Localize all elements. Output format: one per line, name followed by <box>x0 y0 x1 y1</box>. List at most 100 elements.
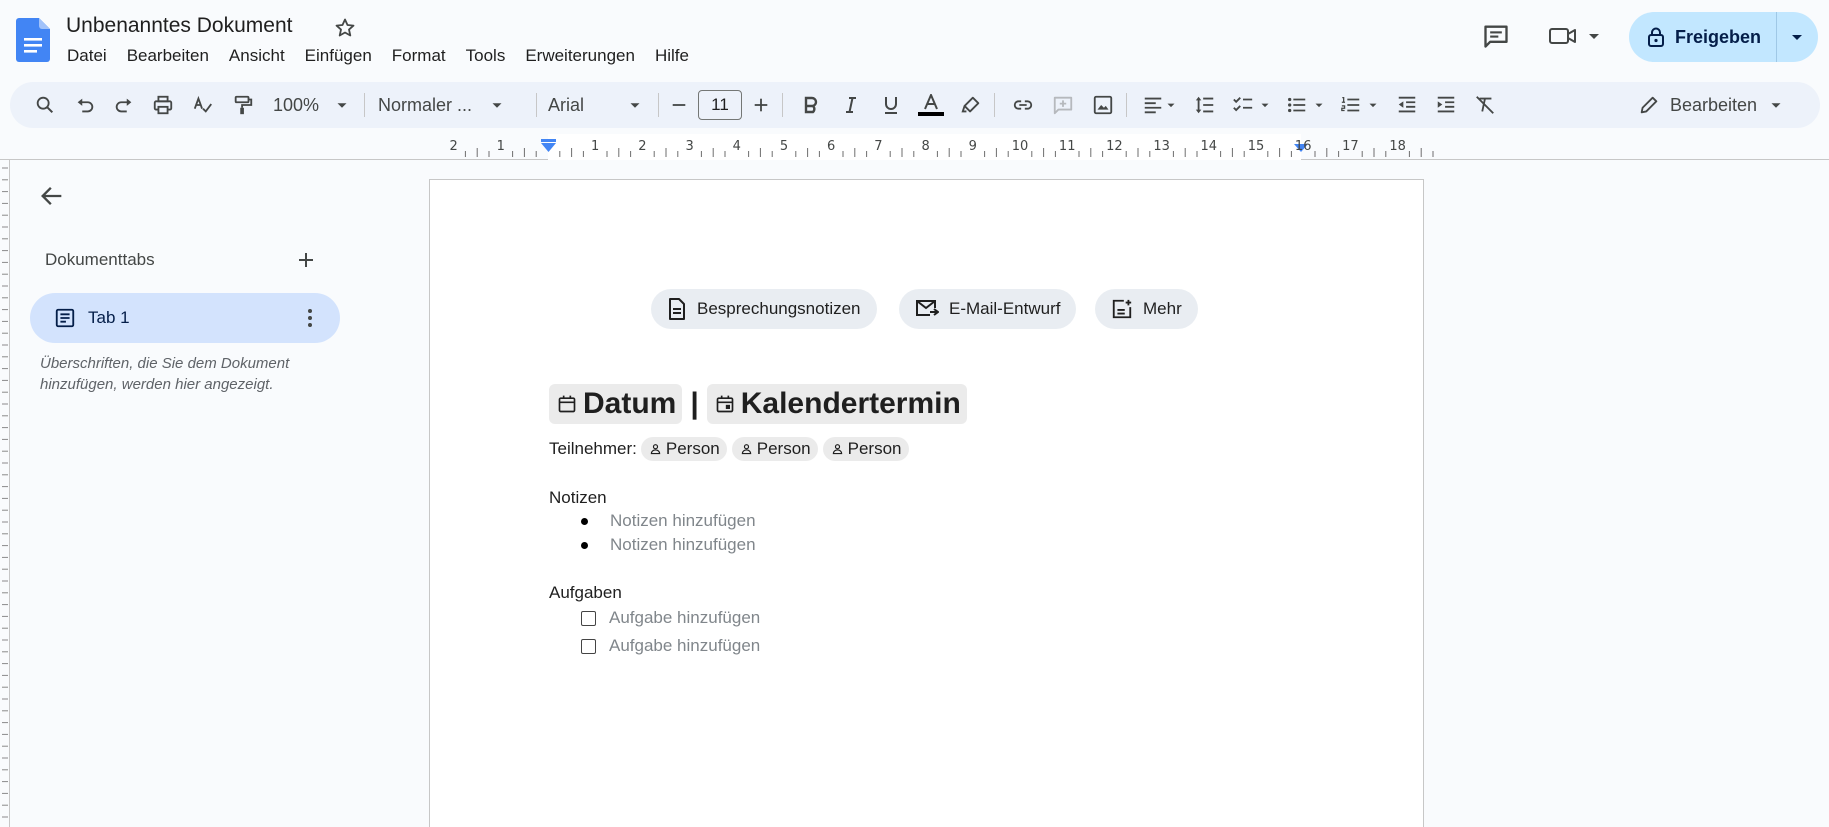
line-spacing-button[interactable] <box>1190 90 1220 120</box>
menu-hilfe[interactable]: Hilfe <box>645 45 699 67</box>
italic-button[interactable] <box>836 90 866 120</box>
ruler-scale: 2 1 1 2 3 4 5 6 7 8 9 10 11 12 13 14 15 16 17 18 <box>449 134 1434 160</box>
ruler-label: 9 <box>969 139 977 154</box>
bold-button[interactable] <box>796 90 826 120</box>
highlighter-icon <box>961 96 980 113</box>
tab-options-button[interactable] <box>298 306 322 330</box>
style-select[interactable]: Normaler ... <box>378 90 526 120</box>
chevron-down-icon <box>1792 35 1802 40</box>
back-arrow-icon[interactable] <box>38 182 66 210</box>
spelling-check-button[interactable] <box>188 90 218 120</box>
redo-button[interactable] <box>109 90 139 120</box>
toolbar-divider <box>994 93 995 117</box>
bulleted-list-button[interactable] <box>1282 90 1330 120</box>
calendar-event-chip[interactable]: Kalendertermin <box>706 384 967 424</box>
chevron-down-icon <box>630 103 640 108</box>
calendar-event-placeholder: Kalendertermin <box>740 387 961 420</box>
star-icon[interactable] <box>333 16 357 40</box>
zoom-select[interactable]: 100% <box>266 90 358 120</box>
ruler-label: 15 <box>1248 139 1265 154</box>
email-draft-chip[interactable]: E-Mail-Entwurf <box>899 289 1077 329</box>
font-size-input[interactable]: 11 <box>698 90 742 120</box>
add-tab-button[interactable] <box>294 248 318 272</box>
search-menus-button[interactable] <box>30 90 60 120</box>
increase-font-size-button[interactable] <box>748 90 774 120</box>
numbered-list-button[interactable] <box>1336 90 1384 120</box>
menu-einfuegen[interactable]: Einfügen <box>295 45 382 67</box>
meeting-notes-chip[interactable]: Besprechungsnotizen <box>651 289 877 329</box>
date-chip[interactable]: Datum <box>549 384 683 424</box>
person-chip[interactable]: Person <box>731 437 818 461</box>
docs-logo-icon[interactable] <box>16 18 50 62</box>
menu-bearbeiten[interactable]: Bearbeiten <box>117 45 219 67</box>
align-button[interactable] <box>1138 90 1182 120</box>
paint-format-button[interactable] <box>228 90 258 120</box>
horizontal-ruler[interactable]: 2 1 1 2 3 4 5 6 7 8 9 10 11 12 13 14 15 16 17 18 <box>0 134 1829 160</box>
zoom-value: 100% <box>272 94 320 115</box>
list-item[interactable]: Notizen hinzufügen <box>581 534 756 556</box>
font-select[interactable]: Arial <box>544 90 656 120</box>
person-label: Person <box>756 439 811 458</box>
more-chip[interactable]: Mehr <box>1095 289 1198 329</box>
document-page[interactable]: Besprechungsnotizen E-Mail-Entwurf Mehr … <box>429 179 1424 827</box>
calendar-icon <box>558 395 576 413</box>
bold-icon <box>804 96 818 114</box>
plus-icon <box>299 253 313 267</box>
ruler-label: 1 <box>591 139 599 154</box>
highlight-color-button[interactable] <box>956 90 986 120</box>
add-comment-button[interactable] <box>1048 90 1078 120</box>
calendar-event-icon <box>716 395 734 413</box>
checklist-button[interactable] <box>1228 90 1276 120</box>
tab-item-tab-1[interactable]: Tab 1 <box>30 293 340 343</box>
print-button[interactable] <box>148 90 178 120</box>
task-checkbox[interactable] <box>581 638 596 654</box>
insert-link-button[interactable] <box>1008 90 1038 120</box>
increase-indent-button[interactable] <box>1431 90 1461 120</box>
more-vert-icon <box>308 309 312 327</box>
menu-erweiterungen[interactable]: Erweiterungen <box>515 45 645 67</box>
image-icon <box>1093 95 1113 115</box>
chevron-down-icon <box>337 103 347 108</box>
link-icon <box>1013 100 1033 110</box>
checklist-icon <box>1233 97 1253 112</box>
vertical-ruler[interactable] <box>0 160 10 827</box>
task-item[interactable]: Aufgabe hinzufügen <box>581 607 760 629</box>
font-value: Arial <box>548 94 585 115</box>
share-button[interactable]: Freigeben <box>1629 12 1777 62</box>
notes-placeholder: Notizen hinzufügen <box>610 511 756 530</box>
list-item[interactable]: Notizen hinzufügen <box>581 510 756 532</box>
clear-formatting-button[interactable] <box>1470 90 1500 120</box>
person-icon <box>741 444 751 455</box>
undo-button[interactable] <box>70 90 100 120</box>
insert-image-button[interactable] <box>1088 90 1118 120</box>
text-color-icon <box>924 94 938 110</box>
decrease-font-size-button[interactable] <box>666 90 692 120</box>
style-value: Normaler ... <box>378 94 473 115</box>
tasks-heading: Aufgaben <box>549 583 622 602</box>
document-tab-icon <box>54 307 76 329</box>
note-add-icon <box>1112 299 1132 319</box>
redo-icon <box>115 98 132 113</box>
underline-button[interactable] <box>876 90 906 120</box>
notes-heading: Notizen <box>549 488 607 507</box>
person-icon <box>832 444 842 455</box>
minus-icon <box>672 104 686 106</box>
person-chip[interactable]: Person <box>640 437 727 461</box>
person-chip[interactable]: Person <box>822 437 909 461</box>
menu-format[interactable]: Format <box>382 45 456 67</box>
menu-datei[interactable]: Datei <box>57 45 117 67</box>
decrease-indent-button[interactable] <box>1392 90 1422 120</box>
task-item[interactable]: Aufgabe hinzufügen <box>581 635 760 657</box>
menu-tools[interactable]: Tools <box>456 45 516 67</box>
comments-button[interactable] <box>1480 20 1512 52</box>
meet-button[interactable] <box>1548 20 1612 52</box>
editing-mode-button[interactable]: Bearbeiten <box>1638 88 1785 122</box>
share-dropdown-button[interactable] <box>1777 12 1817 62</box>
task-checkbox[interactable] <box>581 610 596 626</box>
attendees-row: Teilnehmer: Person Person Person <box>549 437 914 461</box>
toolbar-divider <box>364 93 365 117</box>
document-title[interactable]: Unbenanntes Dokument <box>66 14 292 38</box>
text-color-button[interactable] <box>916 90 946 120</box>
undo-icon <box>77 98 94 113</box>
menu-ansicht[interactable]: Ansicht <box>219 45 295 67</box>
